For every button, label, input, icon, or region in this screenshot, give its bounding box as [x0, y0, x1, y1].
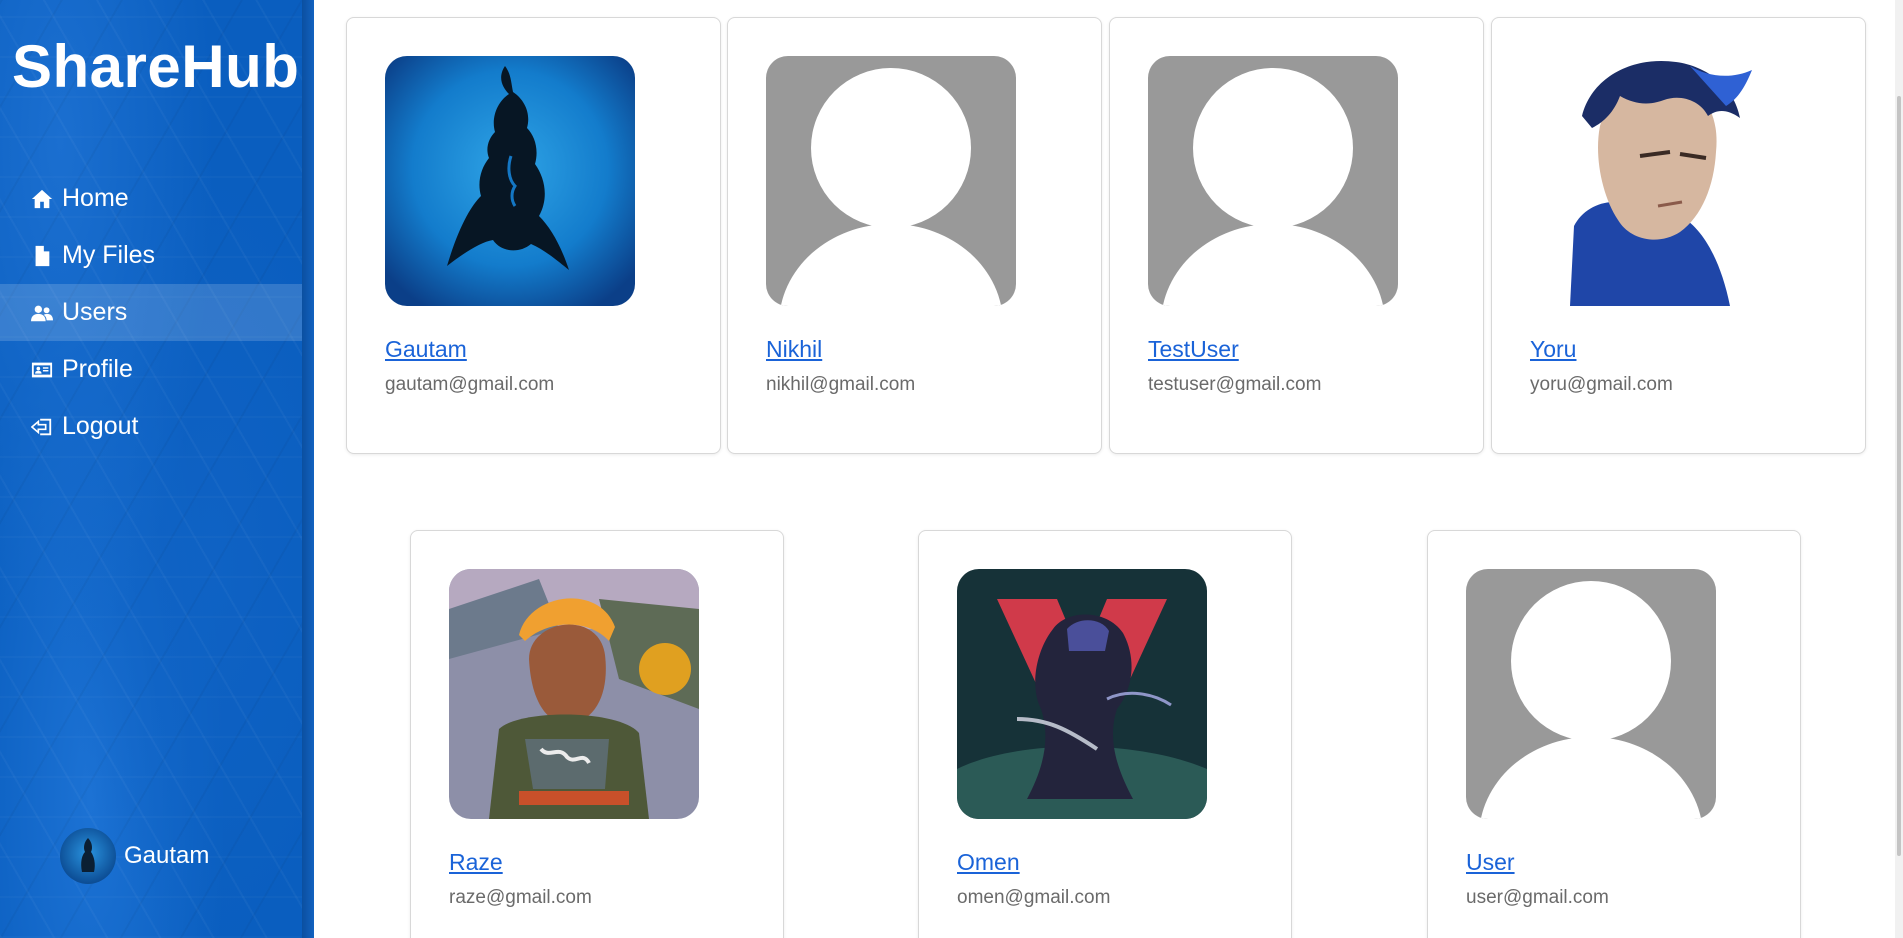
sidebar-item-users[interactable]: Users	[0, 284, 302, 341]
home-icon	[30, 187, 54, 211]
avatar	[385, 56, 635, 306]
sidebar-item-home[interactable]: Home	[0, 170, 302, 227]
user-card: TestUser testuser@gmail.com	[1109, 17, 1484, 454]
sidebar-item-label: Logout	[62, 412, 139, 440]
sidebar-item-label: Users	[62, 298, 128, 326]
avatar	[1148, 56, 1398, 306]
default-avatar-icon	[1466, 569, 1716, 819]
avatar	[449, 569, 699, 819]
user-name-link[interactable]: TestUser	[1148, 336, 1239, 363]
user-card: Raze raze@gmail.com	[410, 530, 784, 938]
avatar	[1530, 56, 1780, 306]
user-name-link[interactable]: Yoru	[1530, 336, 1576, 363]
avatar	[60, 828, 116, 884]
sidebar: ShareHub Home My Files Users Profile Log…	[0, 0, 302, 938]
sidebar-item-label: Profile	[62, 355, 133, 383]
user-card: User user@gmail.com	[1427, 530, 1801, 938]
sidebar-divider	[302, 0, 314, 938]
user-email: raze@gmail.com	[449, 887, 592, 908]
user-name-link[interactable]: Nikhil	[766, 336, 822, 363]
brand-logo[interactable]: ShareHub	[12, 32, 299, 101]
user-name-link[interactable]: Omen	[957, 849, 1020, 876]
user-email: gautam@gmail.com	[385, 374, 555, 395]
file-icon	[30, 244, 54, 268]
user-email: yoru@gmail.com	[1530, 374, 1673, 395]
user-card: Yoru yoru@gmail.com	[1491, 17, 1866, 454]
sidebar-item-label: Home	[62, 184, 129, 212]
user-name-link[interactable]: Gautam	[385, 336, 467, 363]
sidebar-item-label: My Files	[62, 241, 156, 269]
avatar	[766, 56, 1016, 306]
default-avatar-icon	[766, 56, 1016, 306]
user-email: omen@gmail.com	[957, 887, 1111, 908]
sidebar-item-my-files[interactable]: My Files	[0, 227, 302, 284]
user-email: user@gmail.com	[1466, 887, 1609, 908]
sidebar-item-profile[interactable]: Profile	[0, 341, 302, 398]
logout-icon	[30, 415, 54, 439]
avatar	[1466, 569, 1716, 819]
user-name-link[interactable]: User	[1466, 849, 1515, 876]
users-icon	[30, 301, 54, 325]
avatar	[957, 569, 1207, 819]
user-card: Omen omen@gmail.com	[918, 530, 1292, 938]
default-avatar-icon	[1148, 56, 1398, 306]
user-card: Gautam gautam@gmail.com	[346, 17, 721, 454]
sidebar-item-logout[interactable]: Logout	[0, 398, 302, 455]
user-email: testuser@gmail.com	[1148, 374, 1322, 395]
user-name-link[interactable]: Raze	[449, 849, 503, 876]
user-card: Nikhil nikhil@gmail.com	[727, 17, 1102, 454]
user-email: nikhil@gmail.com	[766, 374, 916, 395]
sidebar-nav: Home My Files Users Profile Logout	[0, 170, 302, 455]
scrollbar-thumb[interactable]	[1897, 96, 1901, 856]
id-card-icon	[30, 358, 54, 382]
current-user-name: Gautam	[124, 842, 210, 869]
current-user[interactable]: Gautam	[60, 828, 209, 884]
